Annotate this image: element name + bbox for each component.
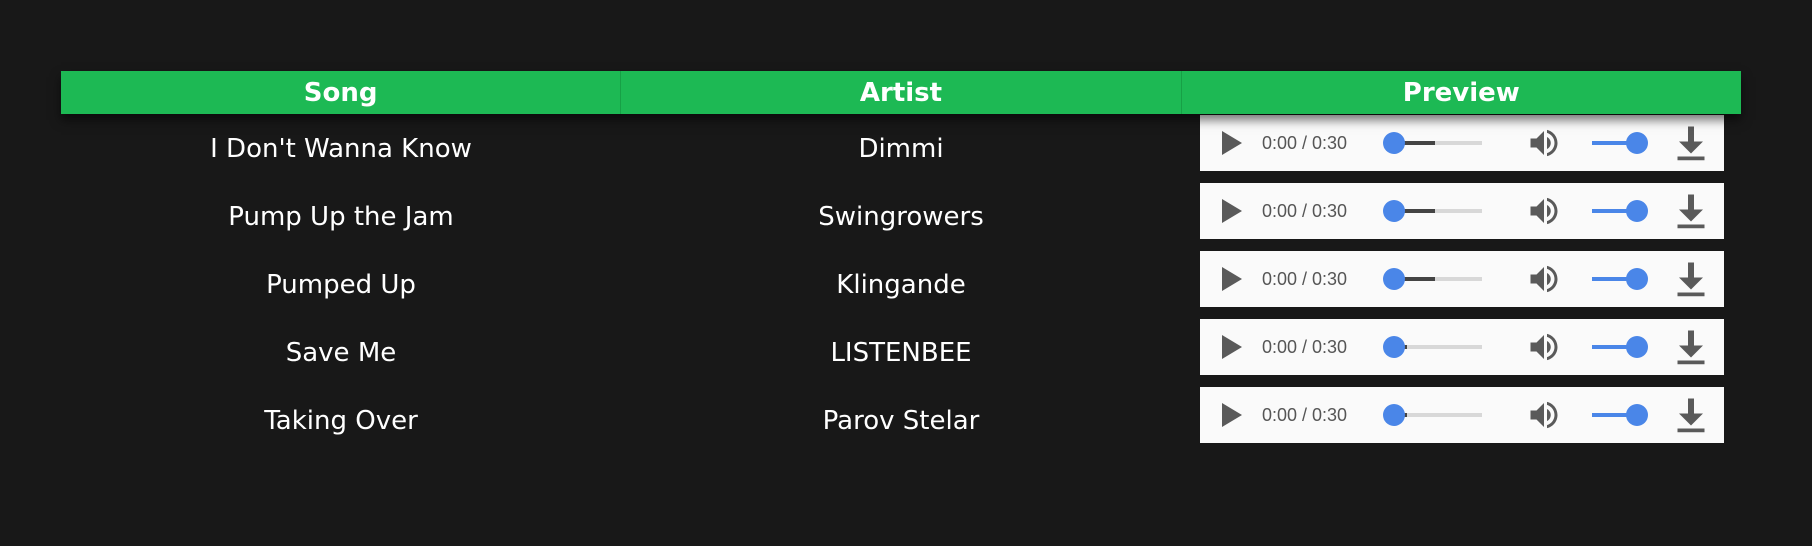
volume-slider[interactable]	[1592, 268, 1648, 290]
seek-handle[interactable]	[1383, 336, 1405, 358]
volume-slider[interactable]	[1592, 200, 1648, 222]
seek-handle[interactable]	[1383, 200, 1405, 222]
header-song: Song	[61, 71, 622, 114]
play-icon[interactable]	[1222, 199, 1242, 223]
preview-cell: 0:00 / 0:30	[1181, 250, 1741, 318]
song-title: Pump Up the Jam	[228, 202, 454, 232]
preview-cell: 0:00 / 0:30	[1181, 114, 1741, 182]
volume-handle[interactable]	[1626, 200, 1648, 222]
volume-icon[interactable]	[1526, 329, 1562, 365]
preview-cell: 0:00 / 0:30	[1181, 318, 1741, 386]
preview-cell: 0:00 / 0:30	[1181, 386, 1741, 454]
table-row: Pump Up the Jam Swingrowers 0:00 / 0:30	[61, 182, 1741, 250]
volume-icon[interactable]	[1526, 397, 1562, 433]
artist-name: LISTENBEE	[830, 338, 972, 368]
song-title: Pumped Up	[266, 270, 416, 300]
volume-slider[interactable]	[1592, 336, 1648, 358]
download-icon[interactable]	[1676, 193, 1706, 229]
header-preview: Preview	[1402, 77, 1520, 108]
song-title: Taking Over	[264, 406, 418, 436]
audio-player: 0:00 / 0:30	[1200, 387, 1724, 443]
audio-player: 0:00 / 0:30	[1200, 251, 1724, 307]
seek-handle[interactable]	[1383, 404, 1405, 426]
seek-slider[interactable]	[1383, 200, 1482, 222]
volume-handle[interactable]	[1626, 132, 1648, 154]
artist-name: Parov Stelar	[822, 406, 980, 436]
volume-icon[interactable]	[1526, 125, 1562, 161]
play-icon[interactable]	[1222, 131, 1242, 155]
seek-handle[interactable]	[1383, 268, 1405, 290]
seek-slider[interactable]	[1383, 132, 1482, 154]
volume-icon[interactable]	[1526, 193, 1562, 229]
audio-player: 0:00 / 0:30	[1200, 319, 1724, 375]
volume-icon[interactable]	[1526, 261, 1562, 297]
volume-slider[interactable]	[1592, 132, 1648, 154]
table-row: I Don't Wanna Know Dimmi 0:00 / 0:30	[61, 114, 1741, 182]
time-readout: 0:00 / 0:30	[1262, 404, 1348, 425]
volume-slider[interactable]	[1592, 404, 1648, 426]
download-icon[interactable]	[1676, 397, 1706, 433]
table-header: Song Artist Preview	[61, 71, 1741, 114]
song-title: Save Me	[285, 338, 397, 368]
time-readout: 0:00 / 0:30	[1262, 336, 1348, 357]
seek-slider[interactable]	[1383, 268, 1482, 290]
download-icon[interactable]	[1676, 329, 1706, 365]
time-readout: 0:00 / 0:30	[1262, 200, 1348, 221]
seek-slider[interactable]	[1383, 404, 1482, 426]
preview-cell: 0:00 / 0:30	[1181, 182, 1741, 250]
table-row: Pumped Up Klingande 0:00 / 0:30	[61, 250, 1741, 318]
play-icon[interactable]	[1222, 403, 1242, 427]
time-readout: 0:00 / 0:30	[1262, 268, 1348, 289]
download-icon[interactable]	[1676, 125, 1706, 161]
volume-handle[interactable]	[1626, 268, 1648, 290]
artist-name: Klingande	[836, 270, 966, 300]
volume-handle[interactable]	[1626, 336, 1648, 358]
song-title: I Don't Wanna Know	[210, 134, 472, 164]
time-readout: 0:00 / 0:30	[1262, 132, 1348, 153]
play-icon[interactable]	[1222, 267, 1242, 291]
seek-handle[interactable]	[1383, 132, 1405, 154]
songs-table: Song Artist Preview I Don't Wanna Know D…	[61, 71, 1741, 454]
artist-name: Dimmi	[858, 134, 944, 164]
header-artist: Artist	[621, 71, 1182, 114]
audio-player: 0:00 / 0:30	[1200, 183, 1724, 239]
play-icon[interactable]	[1222, 335, 1242, 359]
download-icon[interactable]	[1676, 261, 1706, 297]
table-row: Save Me LISTENBEE 0:00 / 0:30	[61, 318, 1741, 386]
table-row: Taking Over Parov Stelar 0:00 / 0:30	[61, 386, 1741, 454]
table-body: I Don't Wanna Know Dimmi 0:00 / 0:30 Pum…	[61, 114, 1741, 454]
volume-handle[interactable]	[1626, 404, 1648, 426]
artist-name: Swingrowers	[818, 202, 984, 232]
seek-slider[interactable]	[1383, 336, 1482, 358]
audio-player: 0:00 / 0:30	[1200, 115, 1724, 171]
